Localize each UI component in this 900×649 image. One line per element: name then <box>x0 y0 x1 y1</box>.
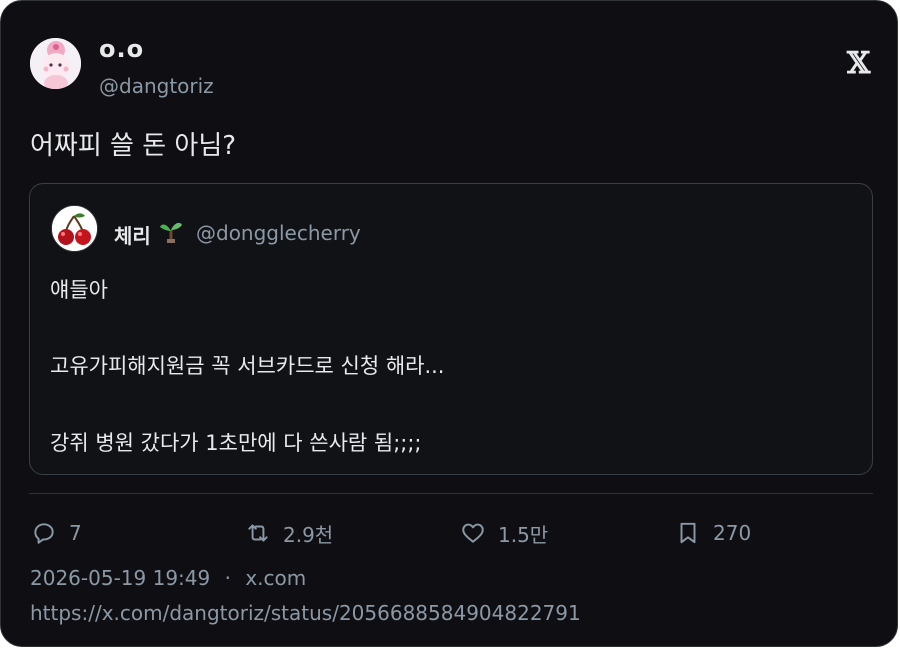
quote-handle[interactable]: @dongglecherry <box>196 221 361 245</box>
quote-line: 고유가피해지원금 꼭 서브카드로 신청 해라... <box>50 354 445 378</box>
pink-character-avatar-icon <box>30 38 81 89</box>
tweet-text: 어짜피 쓸 돈 아님? <box>30 131 237 161</box>
retweet-count: 2.9천 <box>283 522 334 547</box>
reply-count: 7 <box>69 521 82 545</box>
bookmark-icon <box>680 522 696 544</box>
quote-line: 강쥐 병원 갔다가 1초만에 다 쓴사람 됨;;;; <box>50 431 422 455</box>
like-button[interactable]: 1.5만 <box>460 515 548 551</box>
sprout-icon <box>158 218 184 248</box>
retweet-button[interactable]: 2.9천 <box>245 515 333 551</box>
tweet-url[interactable]: https://x.com/dangtoriz/status/205668858… <box>30 601 581 625</box>
display-name[interactable]: o.o <box>99 35 144 63</box>
source-link[interactable]: x.com <box>245 566 306 590</box>
retweet-icon <box>248 524 268 542</box>
tweet-card: o.o @dangtoriz 𝕏 어짜피 쓸 돈 아님? 체리 @donggle… <box>0 0 898 647</box>
quote-avatar[interactable] <box>51 205 98 252</box>
heart-icon <box>462 523 484 543</box>
like-count: 1.5만 <box>498 522 549 547</box>
handle[interactable]: @dangtoriz <box>99 74 214 98</box>
avatar[interactable] <box>30 38 81 89</box>
quote-display-name[interactable]: 체리 <box>114 220 151 249</box>
quote-line: 얘들아 <box>50 278 108 302</box>
quoted-tweet[interactable]: 체리 @dongglecherry 얘들아 고유가피해지원금 꼭 서브카드로 신… <box>29 183 873 475</box>
bookmark-count: 270 <box>713 521 752 545</box>
cherry-avatar-icon <box>52 206 97 251</box>
tweet-meta: 2026-05-19 19:49 · x.com <box>30 566 306 590</box>
divider <box>29 493 873 494</box>
meta-separator: · <box>224 566 231 590</box>
x-logo-icon[interactable]: 𝕏 <box>847 49 870 79</box>
reply-icon <box>34 523 54 544</box>
timestamp[interactable]: 2026-05-19 19:49 <box>30 566 210 590</box>
reply-button[interactable]: 7 <box>31 515 82 551</box>
bookmark-button[interactable]: 270 <box>675 515 751 551</box>
